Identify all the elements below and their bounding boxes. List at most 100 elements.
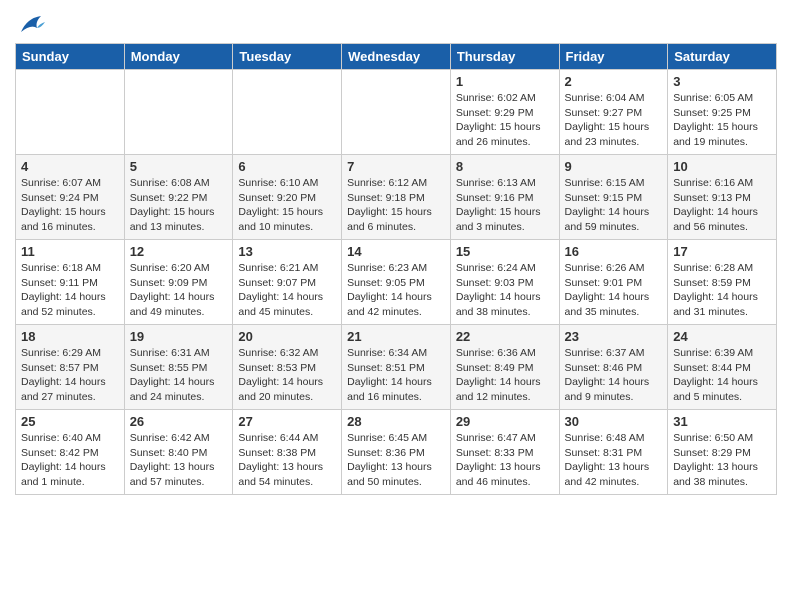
- day-info: Sunrise: 6:20 AMSunset: 9:09 PMDaylight:…: [130, 261, 228, 320]
- day-number: 10: [673, 159, 771, 174]
- day-info: Sunrise: 6:10 AMSunset: 9:20 PMDaylight:…: [238, 176, 336, 235]
- day-number: 5: [130, 159, 228, 174]
- day-info: Sunrise: 6:32 AMSunset: 8:53 PMDaylight:…: [238, 346, 336, 405]
- logo: [15, 16, 45, 37]
- day-info: Sunrise: 6:04 AMSunset: 9:27 PMDaylight:…: [565, 91, 663, 150]
- calendar-cell: 8Sunrise: 6:13 AMSunset: 9:16 PMDaylight…: [450, 155, 559, 240]
- calendar-cell: [342, 70, 451, 155]
- calendar-cell: [124, 70, 233, 155]
- calendar-cell: 6 Sunrise: 6:10 AMSunset: 9:20 PMDaylight…: [233, 155, 342, 240]
- calendar-cell: 2Sunrise: 6:04 AMSunset: 9:27 PMDaylight…: [559, 70, 668, 155]
- calendar-cell: 19Sunrise: 6:31 AMSunset: 8:55 PMDayligh…: [124, 325, 233, 410]
- weekday-header-row: SundayMondayTuesdayWednesdayThursdayFrid…: [16, 44, 777, 70]
- day-number: 27: [238, 414, 336, 429]
- day-number: 17: [673, 244, 771, 259]
- day-info: Sunrise: 6:24 AMSunset: 9:03 PMDaylight:…: [456, 261, 554, 320]
- day-info: Sunrise: 6:08 AMSunset: 9:22 PMDaylight:…: [130, 176, 228, 235]
- calendar-cell: 1Sunrise: 6:02 AMSunset: 9:29 PMDaylight…: [450, 70, 559, 155]
- day-number: 16: [565, 244, 663, 259]
- day-info: Sunrise: 6:13 AMSunset: 9:16 PMDaylight:…: [456, 176, 554, 235]
- calendar-cell: 7 Sunrise: 6:12 AMSunset: 9:18 PMDaylight…: [342, 155, 451, 240]
- day-number: 24: [673, 329, 771, 344]
- day-info: Sunrise: 6:21 AMSunset: 9:07 PMDaylight:…: [238, 261, 336, 320]
- day-info: Sunrise: 6:05 AMSunset: 9:25 PMDaylight:…: [673, 91, 771, 150]
- calendar-cell: 10 Sunrise: 6:16 AMSunset: 9:13 PMDayligh…: [668, 155, 777, 240]
- calendar-cell: 21 Sunrise: 6:34 AMSunset: 8:51 PMDayligh…: [342, 325, 451, 410]
- calendar-cell: 3 Sunrise: 6:05 AMSunset: 9:25 PMDaylight…: [668, 70, 777, 155]
- calendar-cell: 5 Sunrise: 6:08 AMSunset: 9:22 PMDaylight…: [124, 155, 233, 240]
- week-row-2: 4 Sunrise: 6:07 AMSunset: 9:24 PMDaylight…: [16, 155, 777, 240]
- day-number: 26: [130, 414, 228, 429]
- weekday-header-thursday: Thursday: [450, 44, 559, 70]
- calendar-cell: 29 Sunrise: 6:47 AMSunset: 8:33 PMDayligh…: [450, 410, 559, 495]
- day-info: Sunrise: 6:18 AMSunset: 9:11 PMDaylight:…: [21, 261, 119, 320]
- calendar-cell: 18 Sunrise: 6:29 AMSunset: 8:57 PMDayligh…: [16, 325, 125, 410]
- day-info: Sunrise: 6:50 AMSunset: 8:29 PMDaylight:…: [673, 431, 771, 490]
- day-info: Sunrise: 6:48 AMSunset: 8:31 PMDaylight:…: [565, 431, 663, 490]
- day-info: Sunrise: 6:39 AMSunset: 8:44 PMDaylight:…: [673, 346, 771, 405]
- weekday-header-wednesday: Wednesday: [342, 44, 451, 70]
- day-info: Sunrise: 6:44 AMSunset: 8:38 PMDaylight:…: [238, 431, 336, 490]
- weekday-header-saturday: Saturday: [668, 44, 777, 70]
- day-number: 30: [565, 414, 663, 429]
- calendar-cell: 4 Sunrise: 6:07 AMSunset: 9:24 PMDaylight…: [16, 155, 125, 240]
- calendar-cell: [233, 70, 342, 155]
- logo-bird-icon: [15, 16, 45, 41]
- day-info: Sunrise: 6:12 AMSunset: 9:18 PMDaylight:…: [347, 176, 445, 235]
- day-info: Sunrise: 6:45 AMSunset: 8:36 PMDaylight:…: [347, 431, 445, 490]
- calendar-cell: 26 Sunrise: 6:42 AMSunset: 8:40 PMDayligh…: [124, 410, 233, 495]
- day-info: Sunrise: 6:36 AMSunset: 8:49 PMDaylight:…: [456, 346, 554, 405]
- calendar-cell: [16, 70, 125, 155]
- calendar-table: SundayMondayTuesdayWednesdayThursdayFrid…: [15, 43, 777, 495]
- weekday-header-sunday: Sunday: [16, 44, 125, 70]
- day-info: Sunrise: 6:26 AMSunset: 9:01 PMDaylight:…: [565, 261, 663, 320]
- day-info: Sunrise: 6:37 AMSunset: 8:46 PMDaylight:…: [565, 346, 663, 405]
- calendar-cell: 11 Sunrise: 6:18 AMSunset: 9:11 PMDayligh…: [16, 240, 125, 325]
- day-info: Sunrise: 6:47 AMSunset: 8:33 PMDaylight:…: [456, 431, 554, 490]
- day-number: 14: [347, 244, 445, 259]
- weekday-header-tuesday: Tuesday: [233, 44, 342, 70]
- day-number: 12: [130, 244, 228, 259]
- week-row-4: 18 Sunrise: 6:29 AMSunset: 8:57 PMDayligh…: [16, 325, 777, 410]
- day-number: 7: [347, 159, 445, 174]
- day-info: Sunrise: 6:23 AMSunset: 9:05 PMDaylight:…: [347, 261, 445, 320]
- day-number: 11: [21, 244, 119, 259]
- day-number: 31: [673, 414, 771, 429]
- day-number: 6: [238, 159, 336, 174]
- day-number: 9: [565, 159, 663, 174]
- day-number: 13: [238, 244, 336, 259]
- day-number: 18: [21, 329, 119, 344]
- calendar-cell: 20Sunrise: 6:32 AMSunset: 8:53 PMDayligh…: [233, 325, 342, 410]
- day-number: 25: [21, 414, 119, 429]
- day-number: 4: [21, 159, 119, 174]
- week-row-3: 11 Sunrise: 6:18 AMSunset: 9:11 PMDayligh…: [16, 240, 777, 325]
- day-info: Sunrise: 6:42 AMSunset: 8:40 PMDaylight:…: [130, 431, 228, 490]
- day-number: 29: [456, 414, 554, 429]
- weekday-header-friday: Friday: [559, 44, 668, 70]
- day-info: Sunrise: 6:40 AMSunset: 8:42 PMDaylight:…: [21, 431, 119, 490]
- day-number: 22: [456, 329, 554, 344]
- calendar-cell: 22 Sunrise: 6:36 AMSunset: 8:49 PMDayligh…: [450, 325, 559, 410]
- week-row-5: 25 Sunrise: 6:40 AMSunset: 8:42 PMDayligh…: [16, 410, 777, 495]
- calendar-cell: 15 Sunrise: 6:24 AMSunset: 9:03 PMDayligh…: [450, 240, 559, 325]
- calendar-cell: 30 Sunrise: 6:48 AMSunset: 8:31 PMDayligh…: [559, 410, 668, 495]
- day-info: Sunrise: 6:34 AMSunset: 8:51 PMDaylight:…: [347, 346, 445, 405]
- day-info: Sunrise: 6:15 AMSunset: 9:15 PMDaylight:…: [565, 176, 663, 235]
- calendar-cell: 12 Sunrise: 6:20 AMSunset: 9:09 PMDayligh…: [124, 240, 233, 325]
- calendar-cell: 25 Sunrise: 6:40 AMSunset: 8:42 PMDayligh…: [16, 410, 125, 495]
- day-number: 21: [347, 329, 445, 344]
- day-number: 3: [673, 74, 771, 89]
- day-info: Sunrise: 6:16 AMSunset: 9:13 PMDaylight:…: [673, 176, 771, 235]
- calendar-cell: 13 Sunrise: 6:21 AMSunset: 9:07 PMDayligh…: [233, 240, 342, 325]
- day-number: 15: [456, 244, 554, 259]
- day-info: Sunrise: 6:28 AMSunset: 8:59 PMDaylight:…: [673, 261, 771, 320]
- calendar-cell: 27 Sunrise: 6:44 AMSunset: 8:38 PMDayligh…: [233, 410, 342, 495]
- calendar-cell: 31 Sunrise: 6:50 AMSunset: 8:29 PMDayligh…: [668, 410, 777, 495]
- calendar-cell: 16 Sunrise: 6:26 AMSunset: 9:01 PMDayligh…: [559, 240, 668, 325]
- page-header: [15, 10, 777, 37]
- calendar-cell: 28Sunrise: 6:45 AMSunset: 8:36 PMDayligh…: [342, 410, 451, 495]
- day-info: Sunrise: 6:07 AMSunset: 9:24 PMDaylight:…: [21, 176, 119, 235]
- calendar-cell: 17 Sunrise: 6:28 AMSunset: 8:59 PMDayligh…: [668, 240, 777, 325]
- calendar-cell: 14 Sunrise: 6:23 AMSunset: 9:05 PMDayligh…: [342, 240, 451, 325]
- day-info: Sunrise: 6:29 AMSunset: 8:57 PMDaylight:…: [21, 346, 119, 405]
